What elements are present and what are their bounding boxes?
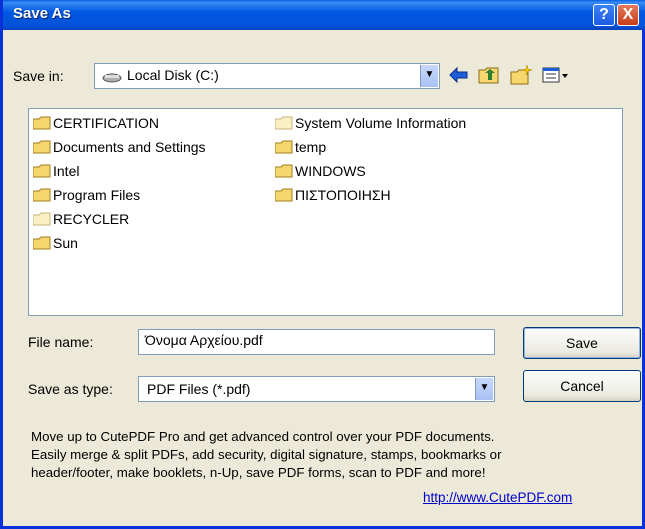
file-name-input[interactable]: Όνομα Αρχείου.pdf <box>138 329 495 355</box>
new-folder-icon[interactable] <box>509 64 533 86</box>
folder-icon <box>274 188 293 202</box>
list-item[interactable]: ΠΙΣΤΟΠΟΙΗΣΗ <box>274 187 391 209</box>
up-one-level-icon[interactable] <box>477 64 501 86</box>
folder-icon <box>274 164 293 178</box>
promo-line-3: header/footer, make booklets, n-Up, save… <box>31 465 486 480</box>
save-in-label: Save in: <box>13 68 64 84</box>
promo-line-2: Easily merge & split PDFs, add security,… <box>31 447 502 462</box>
save-as-type-dropdown[interactable]: PDF Files (*.pdf) ▼ <box>138 376 495 402</box>
title-bar: Save As ? X <box>3 0 645 30</box>
cutepdf-link[interactable]: http://www.CutePDF.com <box>423 490 572 505</box>
back-arrow-icon[interactable] <box>447 64 471 86</box>
promo-line-1: Move up to CutePDF Pro and get advanced … <box>31 429 495 444</box>
chevron-down-icon[interactable]: ▼ <box>475 378 493 400</box>
save-in-dropdown[interactable]: Local Disk (C:) ▼ <box>94 63 440 89</box>
save-in-value: Local Disk (C:) <box>127 67 219 83</box>
list-item[interactable]: Documents and Settings <box>32 139 206 161</box>
folder-icon <box>32 116 51 130</box>
folder-icon <box>32 164 51 178</box>
folder-icon <box>32 236 51 250</box>
drive-icon <box>102 70 122 83</box>
folder-icon <box>274 140 293 154</box>
folder-icon <box>32 212 51 226</box>
save-as-type-value: PDF Files (*.pdf) <box>147 381 251 397</box>
file-name-label: File name: <box>28 334 94 350</box>
list-item[interactable]: System Volume Information <box>274 115 466 137</box>
list-item[interactable]: WINDOWS <box>274 163 366 185</box>
list-item[interactable]: RECYCLER <box>32 211 129 233</box>
help-button[interactable]: ? <box>593 4 615 26</box>
save-as-type-label: Save as type: <box>28 381 113 397</box>
file-list[interactable]: CERTIFICATION Documents and Settings Int… <box>28 108 623 316</box>
dialog-title: Save As <box>13 5 71 22</box>
chevron-down-icon[interactable]: ▼ <box>420 65 438 87</box>
list-item[interactable]: Intel <box>32 163 79 185</box>
promo-text: Move up to CutePDF Pro and get advanced … <box>31 428 631 482</box>
close-button[interactable]: X <box>617 4 639 26</box>
folder-icon <box>32 140 51 154</box>
list-item[interactable]: temp <box>274 139 326 161</box>
list-item[interactable]: CERTIFICATION <box>32 115 159 137</box>
view-menu-icon[interactable] <box>541 64 571 86</box>
folder-icon <box>274 116 293 130</box>
list-item[interactable]: Program Files <box>32 187 140 209</box>
cancel-button[interactable]: Cancel <box>523 370 641 402</box>
list-item[interactable]: Sun <box>32 235 78 257</box>
save-button[interactable]: Save <box>523 327 641 359</box>
save-as-dialog: Save As ? X Save in: Local Disk (C:) ▼ C… <box>0 0 645 529</box>
folder-icon <box>32 188 51 202</box>
